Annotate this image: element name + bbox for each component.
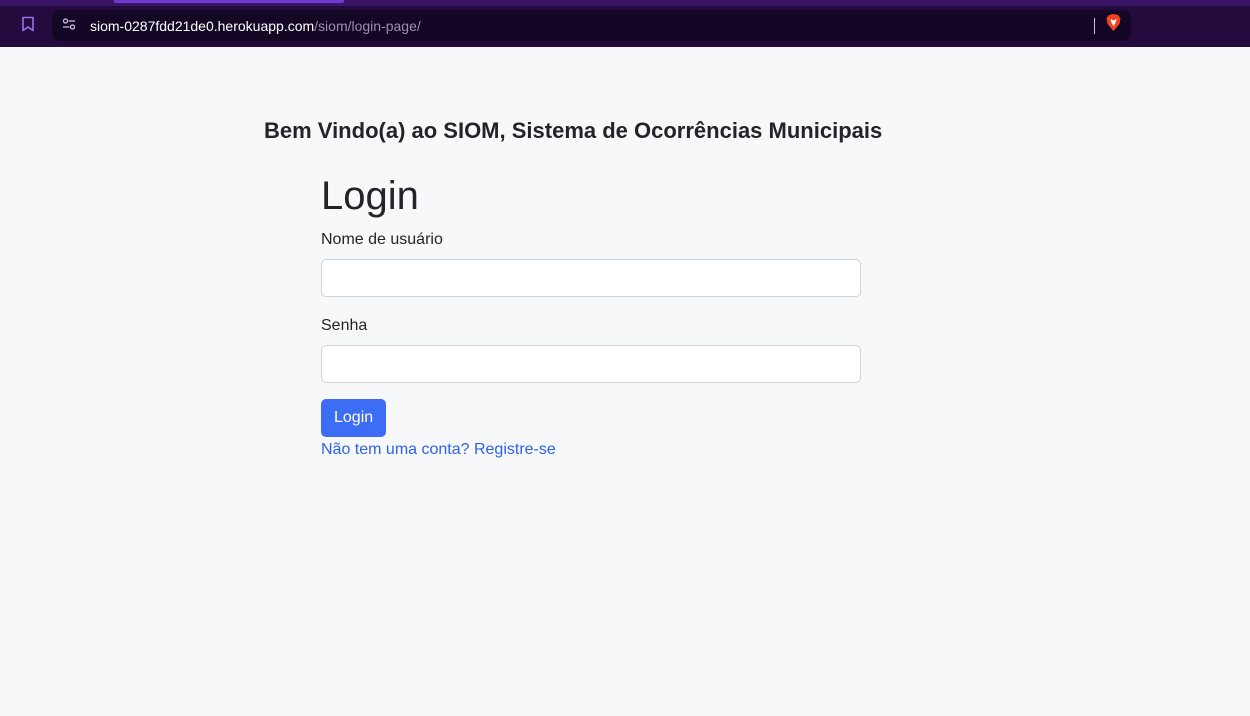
password-label: Senha <box>321 317 368 334</box>
username-label: Nome de usuário <box>321 231 443 248</box>
bookmark-button[interactable] <box>16 14 40 38</box>
username-input[interactable] <box>321 259 861 297</box>
login-form: Login Nome de usuário Senha Login Não te… <box>321 170 861 459</box>
password-input[interactable] <box>321 345 861 383</box>
bookmark-icon <box>21 16 35 37</box>
brave-shield-icon <box>1105 13 1122 37</box>
site-settings-button[interactable] <box>52 10 86 41</box>
url-path: /siom/login-page/ <box>314 17 421 34</box>
url-host: siom-0287fdd21de0.herokuapp.com <box>90 17 315 34</box>
site-settings-icon <box>62 17 76 35</box>
active-tab-indicator <box>114 0 344 3</box>
brave-shields-button[interactable] <box>1103 13 1123 37</box>
browser-toolbar: siom-0287fdd21de0.herokuapp.com/siom/log… <box>0 0 1250 47</box>
login-title: Login <box>321 174 419 218</box>
address-bar[interactable]: siom-0287fdd21de0.herokuapp.com/siom/log… <box>52 10 1131 41</box>
welcome-heading: Bem Vindo(a) ao SIOM, Sistema de Ocorrên… <box>264 118 883 143</box>
register-link[interactable]: Não tem uma conta? Registre-se <box>321 441 861 459</box>
url-text[interactable]: siom-0287fdd21de0.herokuapp.com/siom/log… <box>90 18 421 34</box>
address-divider <box>1094 18 1095 34</box>
login-button[interactable]: Login <box>321 399 387 437</box>
